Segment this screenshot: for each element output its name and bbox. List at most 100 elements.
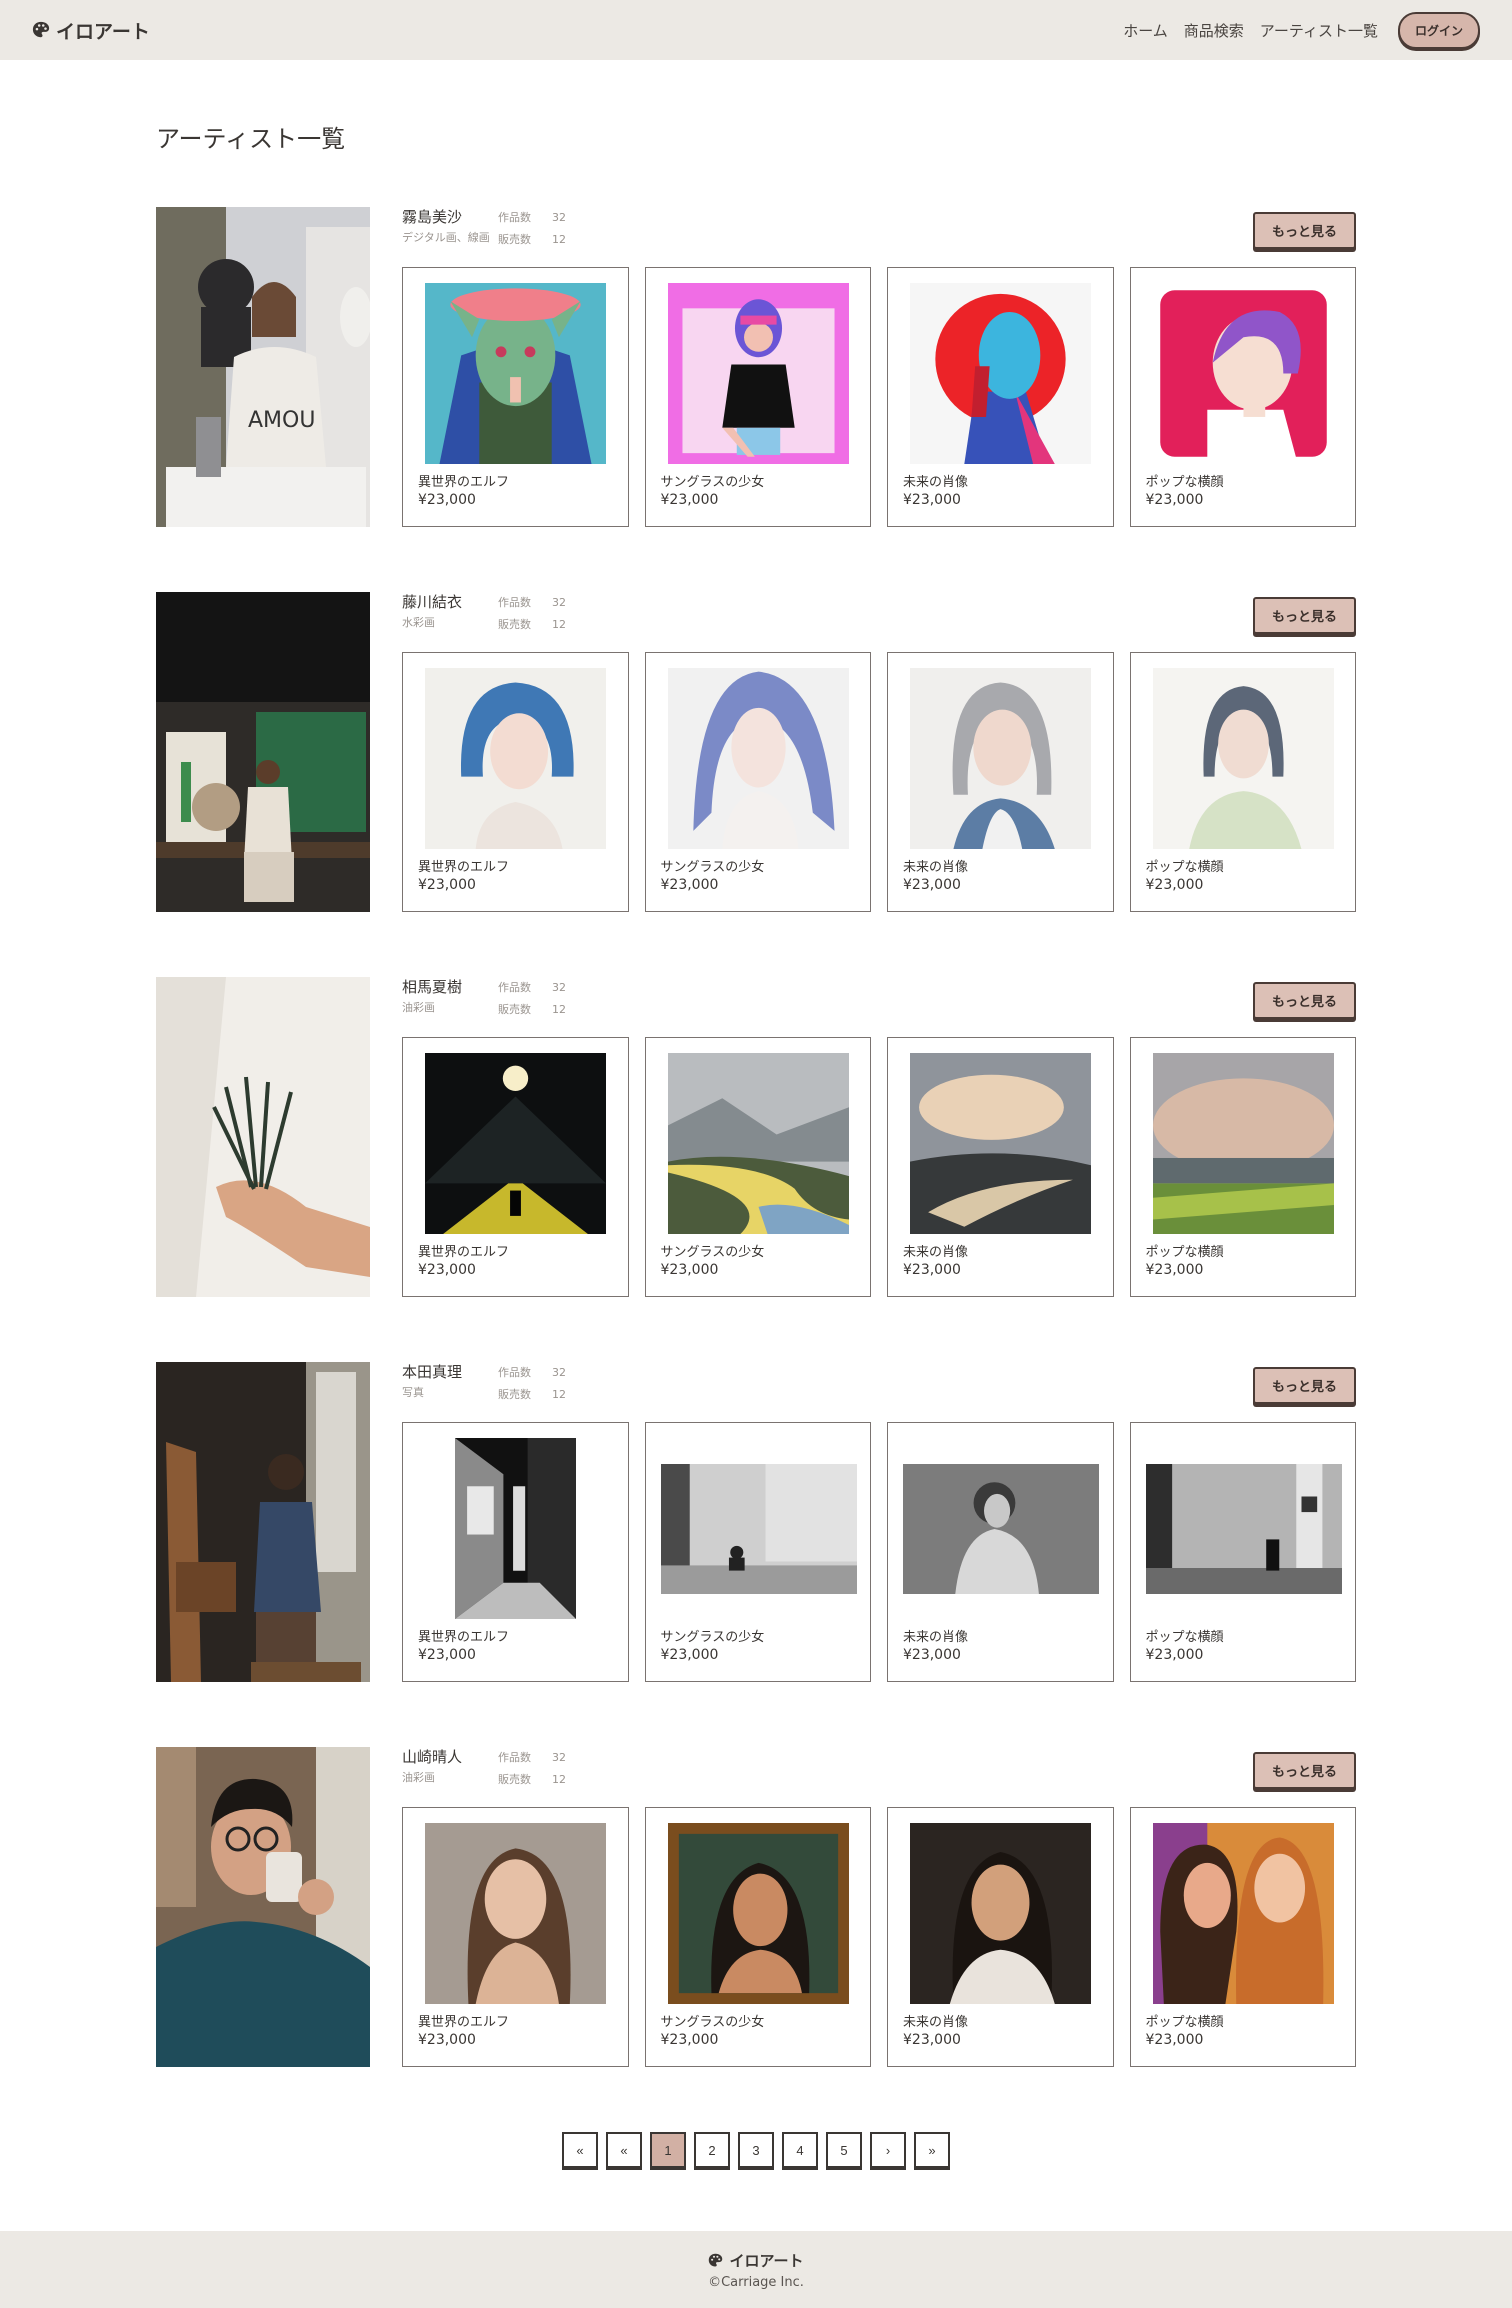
- artwork-card[interactable]: ポップな横顔 ¥23,000: [1129, 652, 1356, 912]
- pagination: « « 1 2 3 4 5 › »: [156, 2132, 1356, 2168]
- artwork-card[interactable]: ポップな横顔 ¥23,000: [1129, 267, 1356, 527]
- artist-genre: 水彩画: [402, 616, 435, 629]
- page-5-button[interactable]: 5: [826, 2132, 862, 2168]
- brand-logo[interactable]: イロアート: [32, 17, 150, 44]
- artist-portrait[interactable]: [156, 1362, 370, 1682]
- artwork-card[interactable]: サングラスの少女 ¥23,000: [644, 1807, 871, 2067]
- artwork-image: [455, 1438, 576, 1619]
- artist-section: 山崎晴人 油彩画 作品数 32 販売数 12 もっと見る 異世界のエルフ ¥23…: [156, 1747, 1356, 2067]
- artwork-title: サングラスの少女: [660, 1630, 765, 1645]
- artist-portrait[interactable]: AMOU: [156, 207, 370, 527]
- artwork-price: ¥23,000: [418, 1647, 476, 1663]
- artist-portrait[interactable]: [156, 977, 370, 1297]
- artist-portrait[interactable]: [156, 592, 370, 912]
- artwork-title: 異世界のエルフ: [418, 1245, 510, 1260]
- page-3-button[interactable]: 3: [738, 2132, 774, 2168]
- artwork-card[interactable]: 異世界のエルフ ¥23,000: [402, 267, 629, 527]
- page-1-button[interactable]: 1: [650, 2132, 686, 2168]
- artwork-card[interactable]: サングラスの少女 ¥23,000: [644, 652, 871, 912]
- page-2-button[interactable]: 2: [694, 2132, 730, 2168]
- artwork-card[interactable]: ポップな横顔 ¥23,000: [1129, 1422, 1356, 1682]
- artwork-image: [1152, 1053, 1334, 1234]
- nav-artists-link[interactable]: アーティスト一覧: [1260, 20, 1378, 41]
- artwork-price: ¥23,000: [660, 1262, 719, 1278]
- prev-page-button[interactable]: «: [606, 2132, 642, 2168]
- artwork-price: ¥23,000: [1145, 1647, 1204, 1663]
- footer-brand[interactable]: イロアート: [708, 2250, 804, 2271]
- next-page-button[interactable]: ›: [870, 2132, 906, 2168]
- artwork-card[interactable]: ポップな横顔 ¥23,000: [1129, 1037, 1356, 1297]
- works-count: 32: [552, 981, 566, 994]
- artwork-card[interactable]: ポップな横顔 ¥23,000: [1129, 1807, 1356, 2067]
- artwork-price: ¥23,000: [660, 2032, 719, 2048]
- artwork-title: 異世界のエルフ: [418, 860, 510, 875]
- artwork-card[interactable]: 未来の肖像 ¥23,000: [887, 1037, 1114, 1297]
- artwork-card[interactable]: サングラスの少女 ¥23,000: [644, 1422, 871, 1682]
- artwork-image: [1152, 1823, 1334, 2004]
- footer-brand-name: イロアート: [729, 2251, 804, 2270]
- artwork-price: ¥23,000: [903, 1262, 961, 1278]
- more-button[interactable]: もっと見る: [1253, 1752, 1356, 1789]
- artwork-price: ¥23,000: [660, 1647, 719, 1663]
- last-page-button[interactable]: »: [914, 2132, 950, 2168]
- artwork-price: ¥23,000: [418, 492, 476, 508]
- works-count: 32: [552, 1751, 566, 1764]
- site-header: イロアート ホーム 商品検索 アーティスト一覧 ログイン: [0, 0, 1512, 60]
- portrait-image: AMOU: [156, 207, 370, 527]
- artwork-image: [425, 668, 606, 849]
- artwork-card[interactable]: 異世界のエルフ ¥23,000: [402, 1807, 629, 2067]
- more-button[interactable]: もっと見る: [1253, 597, 1356, 634]
- artist-genre: 写真: [402, 1386, 424, 1399]
- artwork-title: ポップな横顔: [1145, 475, 1224, 490]
- artwork-title: 未来の肖像: [903, 860, 969, 875]
- artist-name[interactable]: 霧島美沙: [402, 208, 498, 227]
- artwork-price: ¥23,000: [903, 1647, 961, 1663]
- artwork-image: [910, 1053, 1091, 1234]
- artwork-price: ¥23,000: [1145, 2032, 1204, 2048]
- sales-count-label: 販売数: [498, 618, 531, 631]
- more-button[interactable]: もっと見る: [1253, 212, 1356, 249]
- artwork-card[interactable]: 異世界のエルフ ¥23,000: [402, 1037, 629, 1297]
- artwork-price: ¥23,000: [418, 2032, 476, 2048]
- artist-genre: 油彩画: [402, 1001, 435, 1014]
- artist-name[interactable]: 山崎晴人: [402, 1748, 498, 1767]
- artwork-card[interactable]: 未来の肖像 ¥23,000: [887, 267, 1114, 527]
- more-button[interactable]: もっと見る: [1253, 982, 1356, 1019]
- artwork-card[interactable]: サングラスの少女 ¥23,000: [644, 1037, 871, 1297]
- works-count-label: 作品数: [498, 596, 531, 609]
- artwork-image: [425, 283, 606, 464]
- artist-name[interactable]: 本田真理: [402, 1363, 498, 1382]
- artwork-title: 未来の肖像: [903, 1245, 969, 1260]
- artwork-title: 未来の肖像: [903, 2015, 969, 2030]
- page-4-button[interactable]: 4: [782, 2132, 818, 2168]
- artwork-image: [910, 668, 1091, 849]
- artwork-image: [667, 668, 849, 849]
- artwork-card[interactable]: 未来の肖像 ¥23,000: [887, 1422, 1114, 1682]
- artwork-price: ¥23,000: [660, 877, 719, 893]
- artwork-title: サングラスの少女: [660, 860, 765, 875]
- portrait-image: [156, 977, 370, 1297]
- artwork-price: ¥23,000: [903, 2032, 961, 2048]
- artwork-price: ¥23,000: [418, 877, 476, 893]
- nav-home-link[interactable]: ホーム: [1123, 20, 1168, 41]
- artwork-image: [1152, 668, 1334, 849]
- artwork-title: 異世界のエルフ: [418, 475, 510, 490]
- first-page-button[interactable]: «: [562, 2132, 598, 2168]
- more-button[interactable]: もっと見る: [1253, 1367, 1356, 1404]
- artwork-card[interactable]: 未来の肖像 ¥23,000: [887, 1807, 1114, 2067]
- artist-name[interactable]: 藤川結衣: [402, 593, 498, 612]
- artist-name[interactable]: 相馬夏樹: [402, 978, 498, 997]
- artist-section: AMOU 霧島美沙 デジタル画、線画 作品数 32 販売数 12 もっと見る 異…: [156, 207, 1356, 527]
- artwork-card[interactable]: 異世界のエルフ ¥23,000: [402, 652, 629, 912]
- login-button[interactable]: ログイン: [1397, 11, 1480, 49]
- artwork-card[interactable]: 未来の肖像 ¥23,000: [887, 652, 1114, 912]
- artwork-image: [1145, 1464, 1342, 1594]
- artwork-card[interactable]: サングラスの少女 ¥23,000: [644, 267, 871, 527]
- artist-portrait[interactable]: [156, 1747, 370, 2067]
- artist-genre: デジタル画、線画: [402, 231, 490, 244]
- artwork-card[interactable]: 異世界のエルフ ¥23,000: [402, 1422, 629, 1682]
- artwork-image: [910, 283, 1091, 464]
- artwork-image: [425, 1053, 606, 1234]
- copyright: ©Carriage Inc.: [708, 2274, 804, 2290]
- nav-search-link[interactable]: 商品検索: [1184, 20, 1244, 41]
